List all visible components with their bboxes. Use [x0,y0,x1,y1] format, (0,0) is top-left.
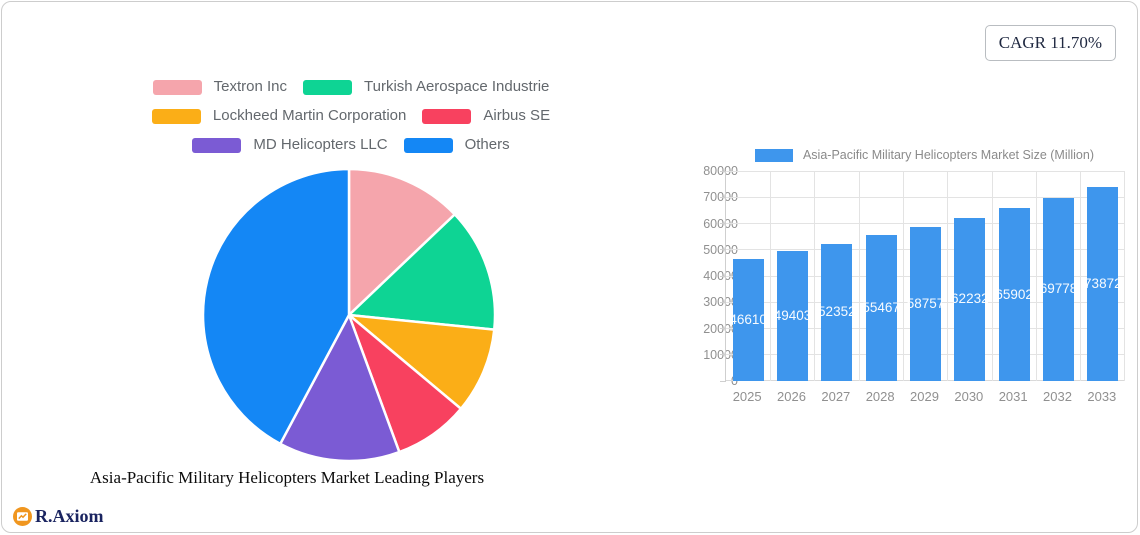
x-tick-label-2027: 2027 [821,389,851,404]
x-tick-label-2032: 2032 [1043,389,1072,404]
y-axis-tick [720,301,726,303]
pie-chart-title: Asia-Pacific Military Helicopters Market… [89,468,485,487]
bar-legend-swatch [754,148,793,162]
bar-2027[interactable]: 52352 [818,243,856,381]
legend-swatch [192,137,242,153]
bar-2031[interactable]: 65902 [995,208,1033,381]
bar-value-label: 52352 [818,304,856,320]
x-tick-label-2033: 2033 [1087,389,1117,404]
gridline-v [814,171,816,381]
legend-label: Airbus SE [483,107,551,124]
bar-value-label: 46610 [729,311,767,327]
legend-swatch [303,79,352,95]
pie-legend: Textron Inc Turkish Aerospace Industrie Lo… [91,78,611,154]
x-tick-label-2031: 2031 [998,389,1028,404]
bar-2030[interactable]: 62232 [951,217,989,381]
y-axis-tick [720,354,726,356]
bar-2029[interactable]: 58757 [907,226,944,381]
chart-card: CAGR 11.70% Textron Inc Turkish Aerospace… [1,1,1138,533]
gridline-v [1035,171,1037,381]
legend-swatch [422,108,472,124]
x-tick-label-2025: 2025 [732,389,762,404]
legend-swatch [151,108,201,124]
gridline-v [947,171,949,381]
bar-value-label: 55467 [862,300,900,316]
legend-item-textron-inc[interactable]: Textron Inc [152,78,287,96]
y-axis-tick [720,170,726,172]
legend-item-lockheed-martin-corporation[interactable]: Lockheed Martin Corporation [151,107,407,125]
y-axis-tick [720,275,726,277]
legend-item-md-helicopters-llc[interactable]: MD Helicopters LLC [192,136,388,154]
bar-value-label: 49403 [773,308,812,324]
gridline-v [991,171,993,381]
bar-2028[interactable]: 55467 [862,235,900,381]
bar-chart-legend[interactable]: Asia-Pacific Military Helicopters Market… [725,148,1124,162]
bar-chart: Asia-Pacific Military Helicopters Market… [682,146,1140,416]
bar-value-label: 62232 [951,291,989,307]
bar-2033[interactable]: 73872 [1084,187,1122,381]
bar-2025[interactable]: 46610 [729,258,767,381]
legend-item-others[interactable]: Others [403,136,510,154]
brand-name: R.Axiom [35,506,104,526]
legend-label: Turkish Aerospace Industrie [364,78,550,95]
gridline-v [769,171,771,381]
cagr-badge: CAGR 11.70% [984,25,1116,61]
brand-logo: R.Axiom [12,506,104,527]
bar-plot-area: 46610 49403 52352 55467 58757 62232 65902 69778… [720,170,1125,382]
legend-label: Others [464,136,510,153]
x-tick-label-2026: 2026 [777,389,806,404]
y-axis-tick [720,328,726,329]
y-axis-tick [720,249,726,251]
bar-value-label: 73872 [1084,276,1122,292]
legend-label: MD Helicopters LLC [253,136,388,153]
bar-value-label: 69778 [1039,281,1078,297]
x-tick-label-2028: 2028 [865,389,895,404]
y-axis-tick [720,380,726,382]
legend-label: Lockheed Martin Corporation [212,107,407,124]
x-tick-label-2029: 2029 [910,389,939,404]
gridline-v [902,171,904,381]
gridline-h [726,170,1124,172]
x-tick-label-2030: 2030 [954,389,984,404]
legend-item-airbus-se[interactable]: Airbus SE [422,107,550,125]
bar-2026[interactable]: 49403 [774,251,811,381]
bar-legend-label: Asia-Pacific Military Helicopters Market… [802,148,1095,162]
legend-item-turkish-aerospace-industrie[interactable]: Turkish Aerospace Industrie [303,78,549,96]
legend-swatch [403,137,453,153]
bar-2032[interactable]: 69778 [1040,197,1077,381]
legend-swatch [152,79,202,95]
y-axis-tick [720,223,726,224]
gridline-v [858,171,860,381]
y-axis-tick [720,196,726,198]
bar-value-label: 58757 [906,295,945,311]
legend-label: Textron Inc [213,78,287,95]
brand-chart-icon [13,507,32,526]
bar-value-label: 65902 [995,286,1033,302]
pie-chart [201,167,497,463]
